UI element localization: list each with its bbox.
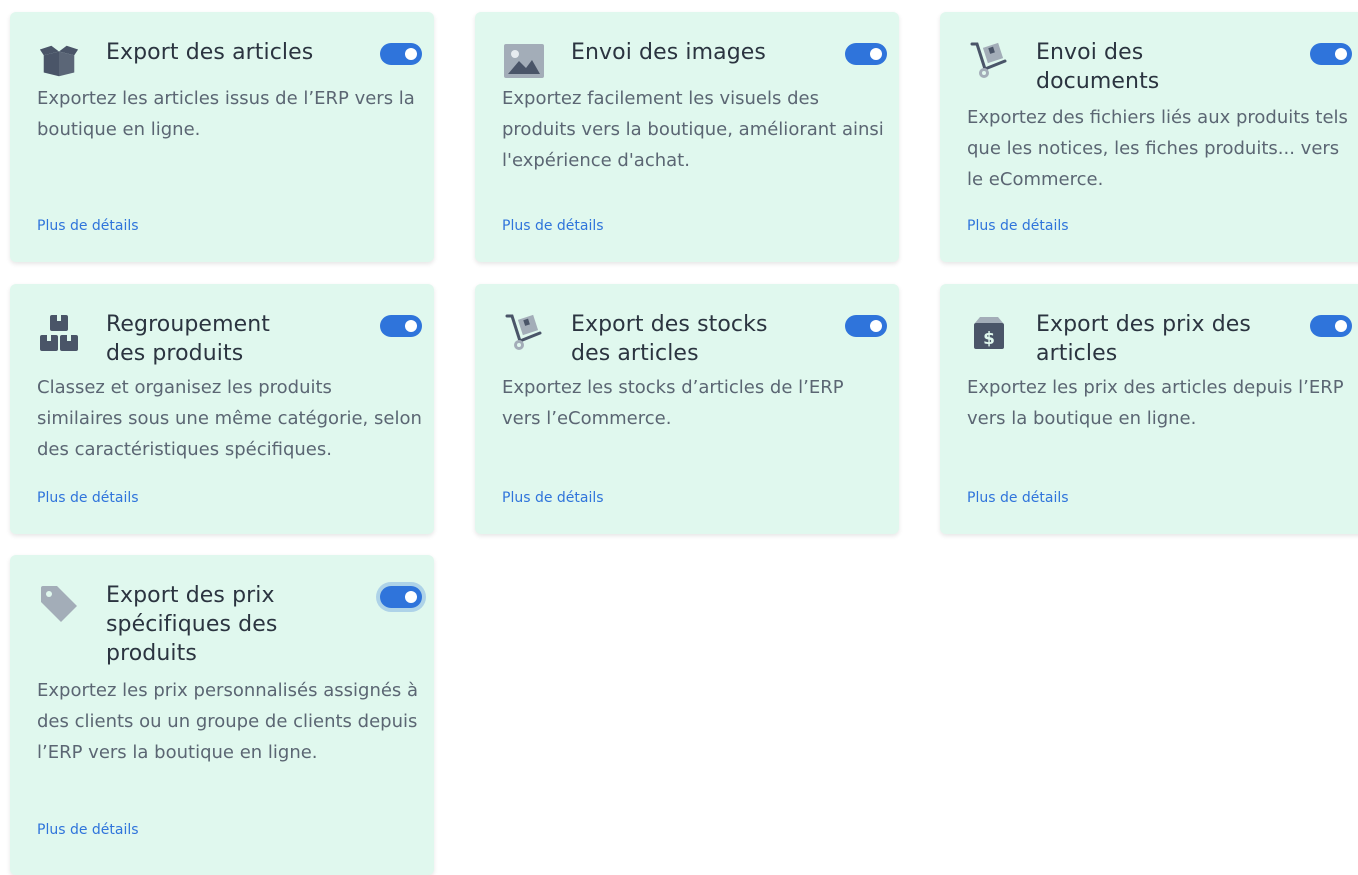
toggle-knob [1335, 48, 1347, 60]
details-link[interactable]: Plus de détails [37, 490, 139, 506]
card-title: Envoi des images [571, 40, 766, 65]
enable-toggle[interactable] [380, 315, 422, 337]
module-card-export-articles: Export des articles Exportez les article… [10, 12, 434, 262]
enable-toggle[interactable] [1310, 315, 1352, 337]
details-link[interactable]: Plus de détails [37, 822, 139, 838]
hand-truck-icon [503, 312, 545, 354]
card-description: Exportez facilement les visuels des prod… [502, 88, 884, 171]
card-description: Exportez les articles issus de l’ERP ver… [37, 88, 415, 140]
card-title: Export des prix des articles [1036, 312, 1251, 366]
toggle-knob [1335, 320, 1347, 332]
module-card-export-prix-specifiques: Export des prix spécifiques des produits… [10, 555, 434, 875]
details-link[interactable]: Plus de détails [502, 490, 604, 506]
hand-truck-icon [968, 40, 1010, 82]
module-card-regroupement-produits: Regroupement des produits Classez et org… [10, 284, 434, 534]
card-title: Regroupement des produits [106, 312, 270, 366]
toggle-knob [405, 591, 417, 603]
image-icon [503, 40, 545, 82]
card-description: Exportez les prix personnalisés assignés… [37, 680, 419, 763]
card-description: Exportez les prix des articles depuis l’… [967, 377, 1344, 429]
toggle-knob [870, 320, 882, 332]
card-description: Exportez les stocks d’articles de l’ERP … [502, 377, 844, 429]
card-description: Classez et organisez les produits simila… [37, 377, 422, 460]
details-link[interactable]: Plus de détails [967, 490, 1069, 506]
svg-text:$: $ [983, 329, 995, 349]
tag-icon [38, 583, 80, 625]
card-title: Envoi des documents [1036, 40, 1160, 94]
enable-toggle[interactable] [380, 43, 422, 65]
details-link[interactable]: Plus de détails [37, 218, 139, 234]
card-title: Export des articles [106, 40, 314, 65]
boxes-icon [38, 312, 80, 354]
card-title: Export des prix spécifiques des produits [106, 583, 278, 666]
toggle-knob [405, 48, 417, 60]
card-title: Export des stocks des articles [571, 312, 768, 366]
enable-toggle[interactable] [380, 586, 422, 608]
toggle-knob [870, 48, 882, 60]
module-card-export-prix: $ Export des prix des articles Exportez … [940, 284, 1358, 534]
details-link[interactable]: Plus de détails [502, 218, 604, 234]
box-open-icon [38, 40, 80, 82]
module-card-envoi-images: Envoi des images Exportez facilement les… [475, 12, 899, 262]
enable-toggle[interactable] [845, 43, 887, 65]
details-link[interactable]: Plus de détails [967, 218, 1069, 234]
enable-toggle[interactable] [845, 315, 887, 337]
enable-toggle[interactable] [1310, 43, 1352, 65]
dollar-box-icon: $ [968, 312, 1010, 354]
module-card-export-stocks: Export des stocks des articles Exportez … [475, 284, 899, 534]
toggle-knob [405, 320, 417, 332]
card-description: Exportez des fichiers liés aux produits … [967, 107, 1348, 190]
module-card-envoi-documents: Envoi des documents Exportez des fichier… [940, 12, 1358, 262]
